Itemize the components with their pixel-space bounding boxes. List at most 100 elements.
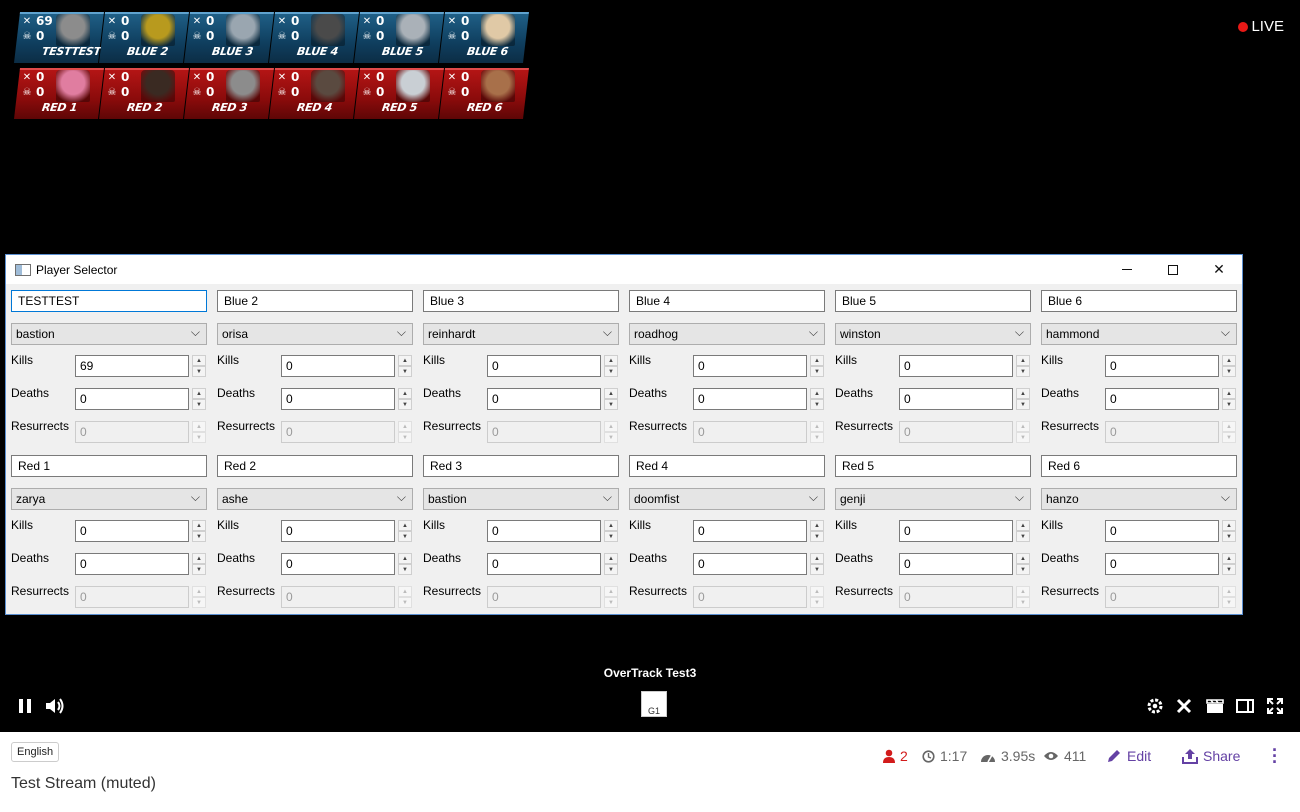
spin-up-icon[interactable]: ▲ <box>1222 553 1236 564</box>
spin-down-icon[interactable]: ▼ <box>192 366 206 377</box>
spin-up-icon[interactable]: ▲ <box>604 520 618 531</box>
player-name-input[interactable]: Red 1 <box>11 455 207 477</box>
spin-down-icon[interactable]: ▼ <box>398 564 412 575</box>
close-overlay-button[interactable] <box>1172 694 1196 718</box>
deaths-input[interactable]: 0 <box>693 388 807 410</box>
deaths-input[interactable]: 0 <box>75 388 189 410</box>
kills-spinner[interactable]: 0 ▲ ▼ <box>1105 520 1237 542</box>
deaths-spinner[interactable]: 0 ▲ ▼ <box>899 553 1031 575</box>
kills-input[interactable]: 0 <box>899 520 1013 542</box>
kills-input[interactable]: 0 <box>281 520 395 542</box>
kills-spinner[interactable]: 69 ▲ ▼ <box>75 355 207 377</box>
broken-image-icon[interactable]: G1 <box>641 691 667 717</box>
kills-input[interactable]: 0 <box>693 520 807 542</box>
more-options-button[interactable]: · · · <box>1272 741 1278 771</box>
hero-select[interactable]: ashe ⌵ <box>217 488 413 510</box>
theatre-mode-button[interactable] <box>1233 694 1257 718</box>
kills-input[interactable]: 0 <box>1105 520 1219 542</box>
deaths-input[interactable]: 0 <box>281 388 395 410</box>
kills-input[interactable]: 0 <box>487 355 601 377</box>
spin-down-icon[interactable]: ▼ <box>810 366 824 377</box>
hero-select[interactable]: winston ⌵ <box>835 323 1031 345</box>
spin-down-icon[interactable]: ▼ <box>192 399 206 410</box>
spin-down-icon[interactable]: ▼ <box>810 564 824 575</box>
deaths-spinner[interactable]: 0 ▲ ▼ <box>281 388 413 410</box>
spin-down-icon[interactable]: ▼ <box>1016 399 1030 410</box>
spin-down-icon[interactable]: ▼ <box>1016 564 1030 575</box>
fullscreen-button[interactable] <box>1263 694 1287 718</box>
clip-button[interactable] <box>1203 694 1227 718</box>
hero-select[interactable]: hanzo ⌵ <box>1041 488 1237 510</box>
spin-down-icon[interactable]: ▼ <box>604 366 618 377</box>
deaths-input[interactable]: 0 <box>487 553 601 575</box>
spin-up-icon[interactable]: ▲ <box>604 355 618 366</box>
spin-up-icon[interactable]: ▲ <box>810 520 824 531</box>
minimize-button[interactable] <box>1104 255 1150 284</box>
spin-up-icon[interactable]: ▲ <box>1016 553 1030 564</box>
spin-up-icon[interactable]: ▲ <box>398 388 412 399</box>
kills-spinner[interactable]: 0 ▲ ▼ <box>487 355 619 377</box>
kills-spinner[interactable]: 0 ▲ ▼ <box>75 520 207 542</box>
spin-up-icon[interactable]: ▲ <box>1222 388 1236 399</box>
deaths-spinner[interactable]: 0 ▲ ▼ <box>693 553 825 575</box>
spin-up-icon[interactable]: ▲ <box>398 520 412 531</box>
hero-select[interactable]: bastion ⌵ <box>11 323 207 345</box>
deaths-input[interactable]: 0 <box>1105 553 1219 575</box>
kills-input[interactable]: 0 <box>899 355 1013 377</box>
deaths-spinner[interactable]: 0 ▲ ▼ <box>1105 553 1237 575</box>
deaths-input[interactable]: 0 <box>487 388 601 410</box>
spin-down-icon[interactable]: ▼ <box>604 399 618 410</box>
player-name-input[interactable]: Red 4 <box>629 455 825 477</box>
spin-down-icon[interactable]: ▼ <box>1222 366 1236 377</box>
spin-down-icon[interactable]: ▼ <box>1222 531 1236 542</box>
player-name-input[interactable]: Blue 6 <box>1041 290 1237 312</box>
deaths-input[interactable]: 0 <box>281 553 395 575</box>
spin-up-icon[interactable]: ▲ <box>1222 355 1236 366</box>
deaths-input[interactable]: 0 <box>75 553 189 575</box>
kills-spinner[interactable]: 0 ▲ ▼ <box>899 355 1031 377</box>
deaths-input[interactable]: 0 <box>899 553 1013 575</box>
player-name-input[interactable]: TESTTEST <box>11 290 207 312</box>
deaths-input[interactable]: 0 <box>693 553 807 575</box>
spin-up-icon[interactable]: ▲ <box>192 355 206 366</box>
volume-button[interactable] <box>43 694 67 718</box>
deaths-spinner[interactable]: 0 ▲ ▼ <box>281 553 413 575</box>
hero-select[interactable]: orisa ⌵ <box>217 323 413 345</box>
spin-up-icon[interactable]: ▲ <box>398 355 412 366</box>
spin-up-icon[interactable]: ▲ <box>192 520 206 531</box>
player-name-input[interactable]: Blue 2 <box>217 290 413 312</box>
kills-input[interactable]: 0 <box>487 520 601 542</box>
spin-down-icon[interactable]: ▼ <box>398 366 412 377</box>
hero-select[interactable]: roadhog ⌵ <box>629 323 825 345</box>
spin-down-icon[interactable]: ▼ <box>192 564 206 575</box>
close-window-button[interactable]: ✕ <box>1196 255 1242 284</box>
deaths-spinner[interactable]: 0 ▲ ▼ <box>693 388 825 410</box>
maximize-button[interactable] <box>1150 255 1196 284</box>
video-player[interactable]: ✕ 69 ☠ 0 TESTTEST ✕ 0 ☠ 0 BLUE 2 ✕ 0 ☠ 0 BLUE 3 ✕ 0 ☠ 0 BLU… <box>0 0 1300 732</box>
hero-select[interactable]: hammond ⌵ <box>1041 323 1237 345</box>
kills-spinner[interactable]: 0 ▲ ▼ <box>281 355 413 377</box>
spin-up-icon[interactable]: ▲ <box>604 388 618 399</box>
spin-down-icon[interactable]: ▼ <box>604 531 618 542</box>
deaths-spinner[interactable]: 0 ▲ ▼ <box>1105 388 1237 410</box>
hero-select[interactable]: bastion ⌵ <box>423 488 619 510</box>
spin-down-icon[interactable]: ▼ <box>810 399 824 410</box>
settings-button[interactable] <box>1143 694 1167 718</box>
spin-down-icon[interactable]: ▼ <box>604 564 618 575</box>
kills-spinner[interactable]: 0 ▲ ▼ <box>487 520 619 542</box>
spin-down-icon[interactable]: ▼ <box>398 399 412 410</box>
kills-spinner[interactable]: 0 ▲ ▼ <box>693 355 825 377</box>
spin-up-icon[interactable]: ▲ <box>1222 520 1236 531</box>
deaths-spinner[interactable]: 0 ▲ ▼ <box>487 388 619 410</box>
spin-up-icon[interactable]: ▲ <box>810 355 824 366</box>
player-name-input[interactable]: Blue 3 <box>423 290 619 312</box>
spin-down-icon[interactable]: ▼ <box>192 531 206 542</box>
player-name-input[interactable]: Red 5 <box>835 455 1031 477</box>
share-button[interactable]: Share <box>1182 748 1240 764</box>
player-name-input[interactable]: Blue 5 <box>835 290 1031 312</box>
kills-input[interactable]: 0 <box>693 355 807 377</box>
hero-select[interactable]: reinhardt ⌵ <box>423 323 619 345</box>
kills-input[interactable]: 0 <box>75 520 189 542</box>
hero-select[interactable]: zarya ⌵ <box>11 488 207 510</box>
player-name-input[interactable]: Red 3 <box>423 455 619 477</box>
